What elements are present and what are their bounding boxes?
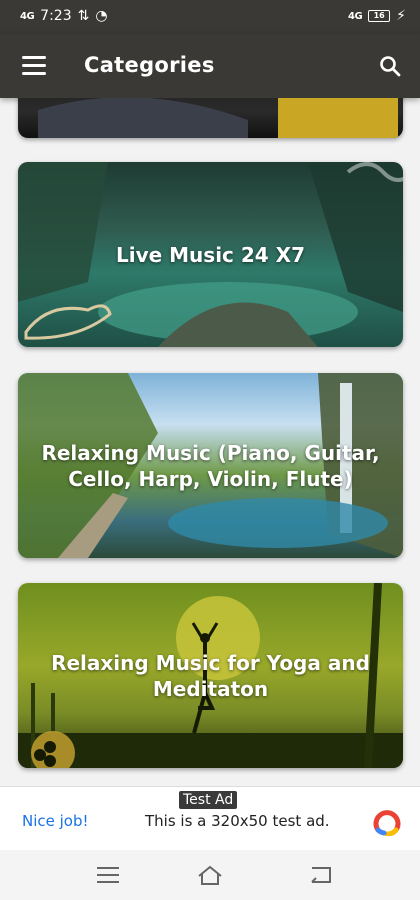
data-arrows-icon: ⇅ (77, 8, 90, 24)
category-card[interactable]: Relaxing Music (Piano, Guitar, Cello, Ha… (18, 373, 403, 558)
category-label: Relaxing Music (Piano, Guitar, Cello, Ha… (41, 440, 380, 491)
category-label: Relaxing Music for Yoga and Meditaton (51, 650, 370, 701)
ad-cta-link[interactable]: Nice job! (22, 812, 89, 830)
signal-left: 4G (20, 10, 35, 22)
category-card[interactable]: Live Music 24 X7 (18, 162, 403, 347)
page-title: Categories (84, 53, 215, 77)
system-nav-bar (0, 850, 420, 900)
category-label (18, 98, 403, 138)
status-left: 4G 7:23 ⇅ ◔ (20, 8, 108, 24)
app-bar: Categories (0, 34, 420, 98)
search-icon[interactable] (378, 54, 402, 78)
recents-icon[interactable] (95, 864, 121, 886)
ad-text: This is a 320x50 test ad. (145, 812, 330, 830)
battery-icon: 16 (368, 10, 391, 22)
banner-ad[interactable]: Test Ad Nice job! This is a 320x50 test … (0, 786, 420, 852)
category-card[interactable] (18, 98, 403, 138)
signal-right: 4G (347, 10, 363, 22)
menu-icon[interactable] (22, 56, 46, 76)
category-label: Live Music 24 X7 (115, 242, 305, 267)
back-icon[interactable] (308, 864, 334, 886)
category-list: Live Music 24 X7 Relaxing Music (Piano, … (0, 98, 420, 786)
status-right: 4G 16 ⚡ (348, 8, 406, 24)
charging-icon: ⚡ (396, 8, 406, 24)
alarm-icon: ◔ (95, 8, 108, 24)
status-bar: 4G 7:23 ⇅ ◔ 4G 16 ⚡ (0, 0, 420, 34)
ad-logo-icon[interactable] (372, 806, 402, 836)
category-card[interactable]: Relaxing Music for Yoga and Meditaton (18, 583, 403, 768)
home-icon[interactable] (197, 864, 223, 886)
ad-badge: Test Ad (179, 791, 238, 809)
status-time: 7:23 (40, 8, 72, 24)
